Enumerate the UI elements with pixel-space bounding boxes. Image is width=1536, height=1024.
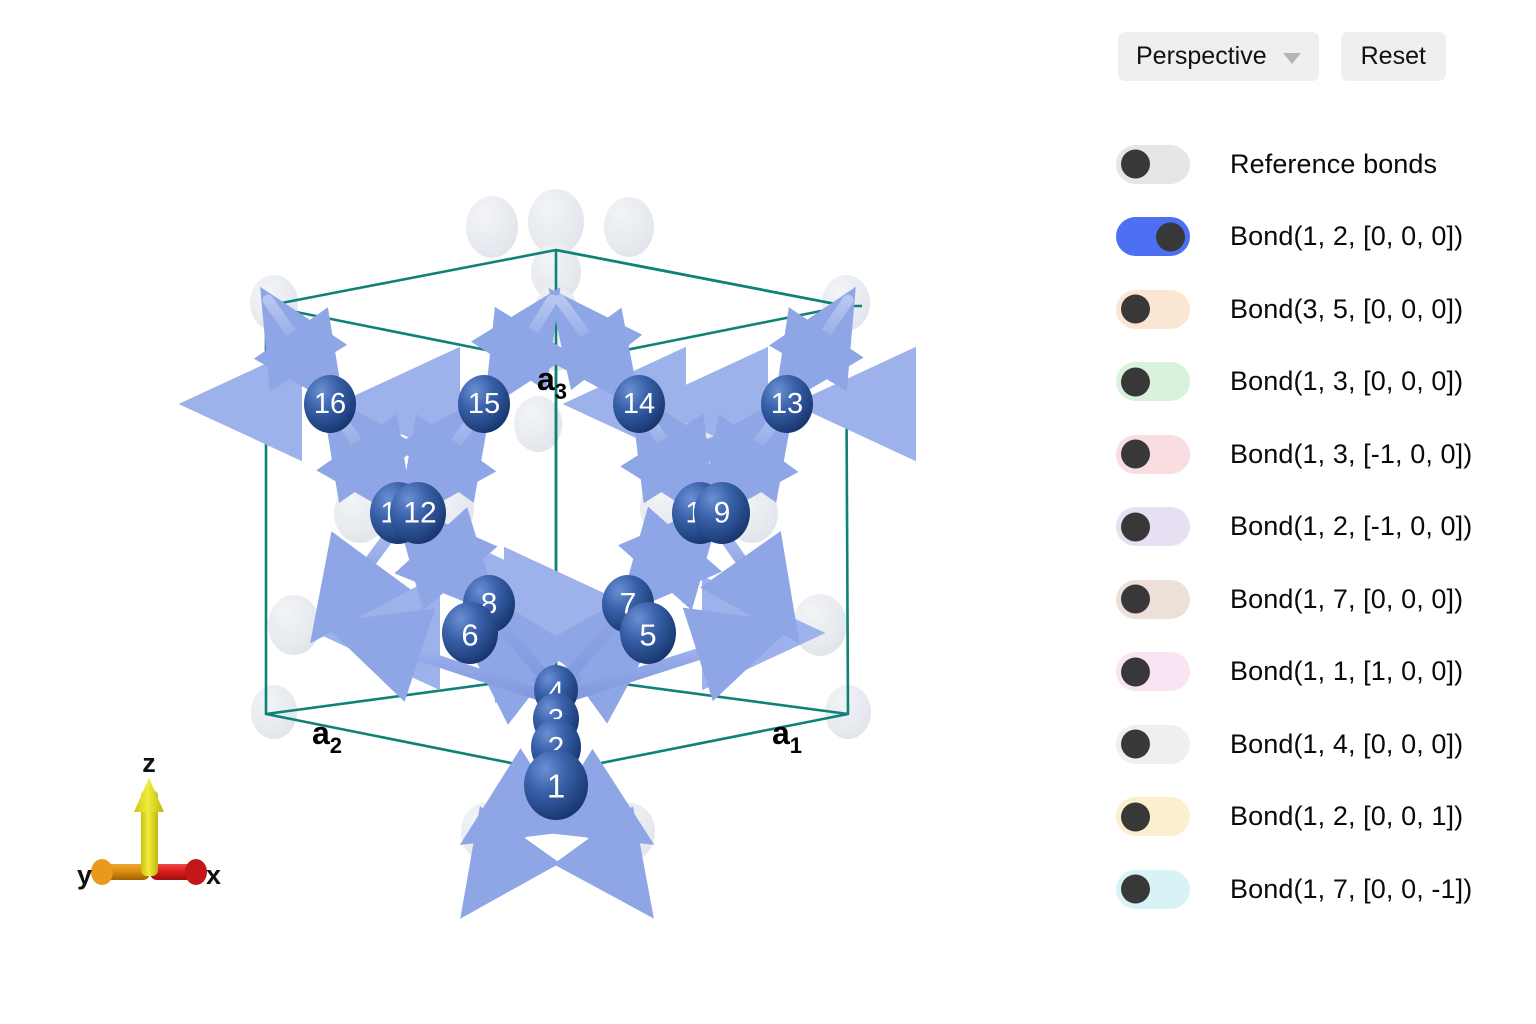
control-panel: Perspective Reset Reference bonds Bond(1,… (1090, 0, 1536, 1024)
legend-row-label: Bond(1, 2, [0, 0, 0]) (1230, 221, 1464, 252)
svg-text:6: 6 (461, 618, 478, 653)
svg-text:15: 15 (468, 388, 500, 420)
svg-text:9: 9 (714, 497, 731, 530)
atom: 14 (613, 375, 665, 433)
bond-visibility-toggle[interactable] (1116, 362, 1190, 402)
x-axis-arrow (150, 859, 207, 885)
axis-label-y: y (77, 860, 92, 890)
toggle-knob (1121, 149, 1150, 179)
legend-row[interactable]: Bond(1, 4, [0, 0, 0]) (1116, 708, 1472, 781)
lattice-label-a1: a1 (772, 715, 802, 758)
bond-visibility-toggle[interactable] (1116, 144, 1190, 184)
legend-row[interactable]: Bond(1, 3, [-1, 0, 0]) (1116, 418, 1472, 491)
axis-orientation-widget[interactable]: z x y (77, 748, 221, 890)
svg-text:5: 5 (639, 618, 656, 653)
atom: 9 (694, 482, 750, 544)
legend-row-label: Bond(1, 3, [-1, 0, 0]) (1230, 438, 1473, 469)
legend-row-label: Bond(1, 4, [0, 0, 0]) (1230, 728, 1464, 759)
legend-row[interactable]: Bond(1, 7, [0, 0, -1]) (1116, 853, 1472, 926)
legend-row[interactable]: Bond(3, 5, [0, 0, 0]) (1116, 273, 1472, 346)
toggle-knob (1121, 294, 1150, 324)
bond-visibility-toggle[interactable] (1116, 217, 1190, 257)
axis-label-x: x (206, 860, 221, 890)
legend-row-label: Bond(1, 2, [-1, 0, 0]) (1230, 511, 1473, 542)
toggle-knob (1121, 657, 1150, 687)
legend-row[interactable]: Bond(1, 3, [0, 0, 0]) (1116, 346, 1472, 419)
reset-button[interactable]: Reset (1340, 32, 1446, 81)
legend-row-label: Bond(1, 1, [1, 0, 0]) (1230, 656, 1464, 687)
toggle-knob (1121, 367, 1150, 397)
toggle-knob (1121, 439, 1150, 469)
legend-row-label: Bond(3, 5, [0, 0, 0]) (1230, 293, 1464, 324)
svg-text:1: 1 (547, 768, 565, 805)
bond-visibility-toggle[interactable] (1116, 289, 1190, 329)
bond-visibility-toggle[interactable] (1116, 434, 1190, 474)
bond-visibility-toggle[interactable] (1116, 797, 1190, 837)
atom: 5 (620, 602, 676, 664)
legend-row[interactable]: Bond(1, 2, [0, 0, 0]) (1116, 201, 1472, 274)
chevron-down-icon (1282, 52, 1301, 64)
atom: 13 (761, 375, 813, 433)
projection-dropdown-label: Perspective (1136, 42, 1267, 70)
legend-row[interactable]: Reference bonds (1116, 128, 1472, 201)
legend-row-label: Reference bonds (1230, 148, 1438, 179)
bond-visibility-toggle[interactable] (1116, 869, 1190, 909)
projection-dropdown[interactable]: Perspective (1118, 32, 1319, 81)
toggle-knob (1121, 584, 1150, 614)
svg-text:14: 14 (623, 388, 655, 420)
atom: 16 (304, 375, 356, 433)
bond-visibility-toggle[interactable] (1116, 724, 1190, 764)
svg-text:16: 16 (314, 388, 346, 420)
axis-label-z: z (142, 748, 156, 778)
structure-svg: 16 15 14 13 11 12 10 9 8 7 6 5 4 3 2 1 a… (77, 189, 916, 919)
toggle-knob (1121, 512, 1150, 542)
toggle-knob (1121, 874, 1150, 904)
toggle-knob (1121, 802, 1150, 832)
atom: 1 (524, 750, 588, 820)
bond-visibility-toggle[interactable] (1116, 579, 1190, 619)
structure-viewer-canvas[interactable]: 16 15 14 13 11 12 10 9 8 7 6 5 4 3 2 1 a… (0, 0, 1090, 1024)
toggle-knob (1156, 222, 1185, 252)
atom: 6 (442, 602, 498, 664)
reset-button-label: Reset (1360, 42, 1426, 70)
legend-row[interactable]: Bond(1, 2, [-1, 0, 0]) (1116, 491, 1472, 564)
legend-row[interactable]: Bond(1, 7, [0, 0, 0]) (1116, 563, 1472, 636)
svg-text:12: 12 (403, 497, 436, 530)
bond-visibility-toggle[interactable] (1116, 507, 1190, 547)
legend-row-label: Bond(1, 7, [0, 0, 0]) (1230, 583, 1464, 614)
legend-row-label: Bond(1, 2, [0, 0, 1]) (1230, 801, 1464, 832)
viewer-toolbar: Perspective Reset (1118, 32, 1446, 81)
bond-visibility-toggle[interactable] (1116, 652, 1190, 692)
lattice-label-a2: a2 (312, 715, 342, 758)
toggle-knob (1121, 729, 1150, 759)
atom: 12 (390, 482, 446, 544)
legend-row-label: Bond(1, 7, [0, 0, -1]) (1230, 873, 1473, 904)
svg-text:13: 13 (771, 388, 803, 420)
legend-row[interactable]: Bond(1, 1, [1, 0, 0]) (1116, 636, 1472, 709)
z-axis-arrow (134, 778, 164, 876)
atom: 15 (458, 375, 510, 433)
bond-legend-list: Reference bonds Bond(1, 2, [0, 0, 0]) Bond… (1116, 128, 1472, 926)
legend-row[interactable]: Bond(1, 2, [0, 0, 1]) (1116, 781, 1472, 854)
legend-row-label: Bond(1, 3, [0, 0, 0]) (1230, 366, 1464, 397)
